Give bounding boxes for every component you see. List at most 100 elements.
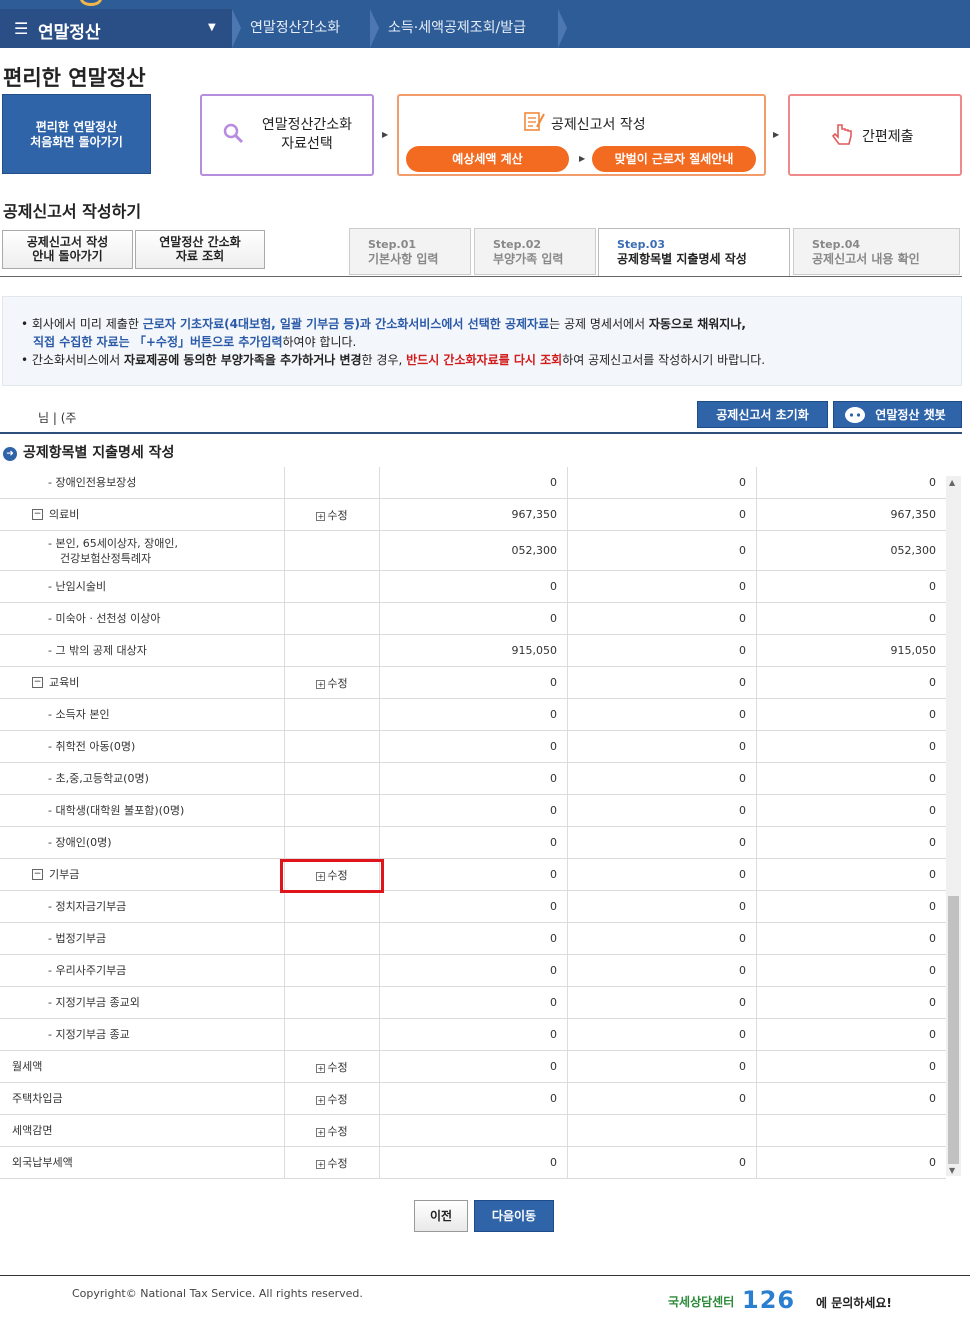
notice-text: 하여 공제신고서를 작성하시기 바랍니다. bbox=[562, 353, 766, 367]
row-label: - 지정기부금 종교 bbox=[48, 1027, 130, 1042]
edit-cell bbox=[285, 987, 380, 1018]
amount-cell: 915,050 bbox=[380, 635, 568, 666]
row-label-text: - 지정기부금 종교외 bbox=[48, 996, 140, 1009]
box3-title: 간편제출 bbox=[862, 129, 914, 145]
menu-label: 연말정산 bbox=[38, 23, 101, 43]
row-label: - 우리사주기부금 bbox=[48, 963, 126, 978]
scroll-up-icon[interactable]: ▲ bbox=[949, 478, 955, 487]
edit-cell bbox=[285, 635, 380, 666]
notice-text: 근로자 기초자료(4대보험, 일괄 기부금 등)과 간소화서비스에서 선택한 공… bbox=[142, 317, 550, 331]
row-label: - 장애인전용보장성 bbox=[48, 475, 136, 490]
edit-button[interactable]: + 수정 bbox=[316, 507, 348, 523]
expected-tax-button[interactable]: 예상세액 계산 bbox=[406, 146, 569, 172]
collapse-icon[interactable]: − bbox=[32, 677, 43, 688]
tab-step-03[interactable]: Step.03 공제항목별 지출명세 작성 bbox=[598, 228, 790, 277]
amount-cell: 967,350 bbox=[380, 499, 568, 530]
row-label: 교육비 bbox=[49, 675, 79, 690]
call-center-label: 국세상담센터 bbox=[668, 1295, 735, 1309]
edit-cell bbox=[285, 923, 380, 954]
row-label-cell: 세액감면 bbox=[0, 1115, 285, 1146]
table-row: 외국납부세액 + 수정 0 0 0 bbox=[0, 1147, 946, 1179]
table-row: - 난임시술비 0 0 0 bbox=[0, 571, 946, 603]
box1-line1: 연말정산간소화 bbox=[261, 117, 353, 133]
amount-cell: 0 bbox=[380, 699, 568, 730]
edit-button[interactable]: + 수정 bbox=[316, 675, 348, 691]
amount-cell: 0 bbox=[929, 740, 936, 753]
easy-submit-box[interactable]: 간편제출 bbox=[788, 94, 962, 176]
table-row: - 지정기부금 종교 0 0 0 bbox=[0, 1019, 946, 1051]
arrow-right-icon: ▶ bbox=[579, 154, 586, 163]
chatbot-button[interactable]: 연말정산 챗봇 bbox=[833, 401, 962, 428]
collapse-icon[interactable]: − bbox=[32, 509, 43, 520]
row-label-cell: - 미숙아 · 선천성 이상아 bbox=[0, 603, 285, 634]
row-label-text: - 본인, 65세이상자, 장애인, bbox=[48, 536, 179, 550]
row-label: - 법정기부금 bbox=[48, 931, 106, 946]
row-label-cell: - 장애인전용보장성 bbox=[0, 467, 285, 498]
dual-income-guide-button[interactable]: 맞벌이 근로자 절세안내 bbox=[592, 146, 756, 172]
notice-text: • 회사에서 미리 제출한 bbox=[21, 317, 143, 331]
row-label: 외국납부세액 bbox=[12, 1155, 73, 1170]
box2-title: 공제신고서 작성 bbox=[551, 117, 646, 133]
row-label-cell: - 장애인(0명) bbox=[0, 827, 285, 858]
breadcrumb-separator bbox=[232, 9, 241, 48]
edit-cell bbox=[285, 795, 380, 826]
table-title: ➜ 공제항목별 지출명세 작성 bbox=[3, 442, 174, 462]
section-title: 공제신고서 작성하기 bbox=[3, 202, 142, 221]
arrow-right-icon: ▶ bbox=[773, 130, 780, 139]
guide-button-line2: 안내 돌아가기 bbox=[32, 249, 103, 263]
amount-cell: 0 bbox=[380, 987, 568, 1018]
table-scrollbar[interactable]: ▲ ▼ bbox=[946, 476, 961, 1176]
edit-label: 수정 bbox=[327, 1124, 348, 1138]
home-button-line2: 처음화면 돌아가기 bbox=[30, 135, 123, 149]
amount-cell: 0 bbox=[568, 763, 757, 794]
row-label: - 그 밖의 공제 대상자 bbox=[48, 643, 147, 658]
plus-box-icon: + bbox=[316, 1127, 326, 1137]
amount-cell: 0 bbox=[568, 603, 757, 634]
amount-cell: 0 bbox=[568, 923, 757, 954]
amount-cell: 0 bbox=[929, 1028, 936, 1041]
menu-dropdown[interactable]: ☰ 연말정산 ▼ bbox=[0, 9, 232, 48]
tab-step-04[interactable]: Step.04 공제신고서 내용 확인 bbox=[793, 228, 960, 275]
row-label: - 장애인(0명) bbox=[48, 835, 112, 850]
edit-button[interactable]: + 수정 bbox=[316, 1091, 348, 1107]
amount-cell: 0 bbox=[568, 987, 757, 1018]
breadcrumb-separator bbox=[370, 9, 379, 48]
step-number: Step.02 bbox=[493, 238, 542, 251]
edit-button[interactable]: + 수정 bbox=[316, 1155, 348, 1171]
amount-cell bbox=[757, 1115, 946, 1146]
guide-return-button[interactable]: 공제신고서 작성 안내 돌아가기 bbox=[2, 230, 133, 269]
table-row: - 법정기부금 0 0 0 bbox=[0, 923, 946, 955]
breadcrumb-item-simplified[interactable]: 연말정산간소화 bbox=[250, 9, 340, 48]
edit-cell: + 수정 bbox=[285, 667, 380, 698]
row-label-cell: 외국납부세액 bbox=[0, 1147, 285, 1178]
amount-cell: 0 bbox=[568, 1019, 757, 1050]
edit-cell bbox=[285, 827, 380, 858]
scroll-down-icon[interactable]: ▼ bbox=[949, 1166, 955, 1175]
notice-line1: • 회사에서 미리 제출한 근로자 기초자료(4대보험, 일괄 기부금 등)과 … bbox=[21, 315, 961, 333]
home-return-button[interactable]: 편리한 연말정산 처음화면 돌아가기 bbox=[2, 94, 151, 174]
top-navigation-bar: ☰ 연말정산 ▼ 연말정산간소화 소득·세액공제조회/발급 bbox=[0, 0, 970, 48]
collapse-icon[interactable]: − bbox=[32, 869, 43, 880]
amount-cell: 0 bbox=[380, 1019, 568, 1050]
tab-step-01[interactable]: Step.01 기본사항 입력 bbox=[349, 228, 471, 275]
scroll-thumb[interactable] bbox=[948, 896, 959, 1164]
edit-button[interactable]: + 수정 bbox=[316, 1059, 348, 1075]
breadcrumb-item-deduction-inquiry[interactable]: 소득·세액공제조회/발급 bbox=[388, 9, 526, 48]
simplified-data-select-box[interactable]: 연말정산간소화 자료선택 bbox=[200, 94, 374, 176]
row-label-cell: - 우리사주기부금 bbox=[0, 955, 285, 986]
row-label-cell: - 취학전 아동(0명) bbox=[0, 731, 285, 762]
simplified-inquiry-button[interactable]: 연말정산 간소화 자료 조회 bbox=[135, 230, 265, 269]
row-label: - 정치자금기부금 bbox=[48, 899, 126, 914]
table-row: - 정치자금기부금 0 0 0 bbox=[0, 891, 946, 923]
row-label-text: - 소득자 본인 bbox=[48, 708, 110, 721]
next-button[interactable]: 다음이동 bbox=[474, 1200, 554, 1232]
row-label-cell: - 소득자 본인 bbox=[0, 699, 285, 730]
amount-cell: 0 bbox=[929, 772, 936, 785]
edit-button[interactable]: + 수정 bbox=[316, 1123, 348, 1139]
page-title: 편리한 연말정산 bbox=[3, 66, 146, 90]
tab-step-02[interactable]: Step.02 부양가족 입력 bbox=[474, 228, 596, 275]
highlight-box bbox=[280, 859, 384, 893]
reset-form-button[interactable]: 공제신고서 초기화 bbox=[697, 401, 828, 428]
prev-button[interactable]: 이전 bbox=[414, 1200, 468, 1232]
row-label: - 미숙아 · 선천성 이상아 bbox=[48, 611, 161, 626]
